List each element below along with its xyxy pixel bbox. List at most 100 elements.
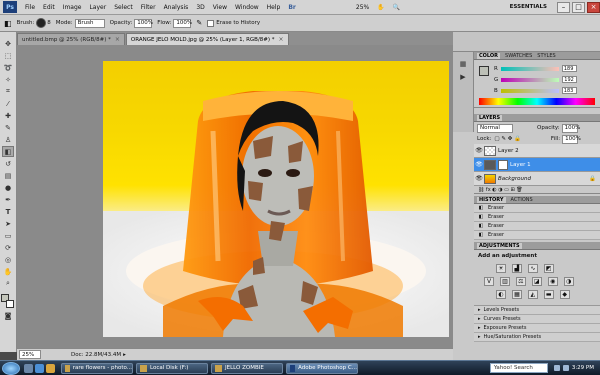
menu-edit[interactable]: Edit [43,4,55,11]
move-tool-icon[interactable]: ✥ [2,38,14,49]
tab-swatches[interactable]: SWATCHES [505,53,532,59]
tab-history[interactable]: HISTORY [477,196,506,203]
shape-tool-icon[interactable]: ▭ [2,230,14,241]
selective-color-icon[interactable]: ◆ [559,290,570,299]
opacity-input[interactable]: 100% [134,18,153,28]
actions-panel-icon[interactable]: ▶ [457,71,469,82]
pen-tool-icon[interactable]: ✒ [2,194,14,205]
tab-orange-jelo-mold[interactable]: ORANGE JELO MOLD.jpg @ 25% (Layer 1, RGB… [125,33,289,45]
brush-picker[interactable]: Brush: 8 [17,18,51,28]
layer-row-background[interactable]: 👁 Background 🔒 [474,172,600,186]
tab-actions[interactable]: ACTIONS [511,197,533,203]
task-photoshop[interactable]: Adobe Photoshop C... [286,362,358,374]
flow-input[interactable]: 100% [173,18,192,28]
tab-adjustments[interactable]: ADJUSTMENTS [477,242,522,249]
hue-saturation-icon[interactable]: ▥ [499,277,510,286]
yahoo-search-input[interactable]: Yahoo! Search [489,363,548,373]
r-slider[interactable] [500,66,559,71]
menu-file[interactable]: File [25,4,35,11]
quick-mask-icon[interactable]: ◙ [2,310,14,321]
3d-rotate-tool-icon[interactable]: ⟳ [2,242,14,253]
tab-styles[interactable]: STYLES [537,53,555,59]
hand-tool-icon[interactable]: ✋ [2,266,14,277]
volume-icon[interactable] [562,365,569,371]
tab-untitled[interactable]: untitled.bmp @ 25% (RGB/8#) * × [17,33,125,45]
brightness-contrast-icon[interactable]: ☀ [496,264,506,273]
menu-window[interactable]: Window [235,4,259,11]
threshold-icon[interactable]: ◭ [527,290,538,299]
healing-tool-icon[interactable]: ✚ [2,110,14,121]
eraser-tool-icon[interactable]: ◧ [2,146,14,157]
workspace-switcher[interactable]: ESSENTIALS [510,4,547,10]
crop-tool-icon[interactable]: ⌗ [2,86,14,97]
quick-select-tool-icon[interactable]: ✧ [2,74,14,85]
eyedropper-tool-icon[interactable]: ⁄ [2,98,14,109]
type-tool-icon[interactable]: T [2,206,14,217]
tool-preset-picker[interactable]: ◧ [4,19,12,28]
canvas-area[interactable] [17,45,453,348]
color-swatches[interactable] [1,294,15,310]
preset-curves[interactable]: ▸ Curves Presets [474,315,600,324]
airbrush-icon[interactable]: ✎ [196,19,202,27]
hand-icon[interactable]: ✋ [377,4,384,11]
ie-icon[interactable] [35,363,44,373]
history-item[interactable]: ◧ Eraser [474,231,600,240]
gradient-tool-icon[interactable]: ▤ [2,170,14,181]
task-rare-flowers[interactable]: rare flowers - photo... [61,362,133,374]
history-panel-icon[interactable]: ▦ [457,58,469,69]
start-button[interactable] [2,361,20,375]
zoom-level[interactable]: 25% [356,4,369,11]
black-white-icon[interactable]: ◪ [531,277,542,286]
posterize-icon[interactable]: ▦ [511,290,522,299]
folder-icon[interactable] [46,363,55,373]
channel-mixer-icon[interactable]: ◑ [563,277,574,286]
network-icon[interactable] [553,365,560,371]
status-arrow-icon[interactable]: ▸ [123,352,126,358]
erase-to-history-checkbox[interactable] [207,19,215,27]
color-spectrum-ramp[interactable] [479,98,595,105]
fill-input[interactable]: 100% [562,134,581,144]
clock[interactable]: 3:29 PM [572,365,594,371]
vibrance-icon[interactable]: V [484,277,494,286]
menu-select[interactable]: Select [114,4,133,11]
blend-mode-select[interactable]: Normal [477,123,513,133]
exposure-icon[interactable]: ◩ [543,264,554,273]
levels-icon[interactable]: ▟ [511,264,522,273]
eye-icon[interactable]: 👁 [474,147,484,154]
menu-layer[interactable]: Layer [89,4,106,11]
r-value[interactable]: 189 [561,65,577,72]
layers-footer-icons[interactable]: ⛓ fx ◐ ◑ ▭ ⊞ 🗑 [474,186,600,194]
b-value[interactable]: 183 [561,87,577,94]
path-select-tool-icon[interactable]: ➤ [2,218,14,229]
history-item[interactable]: ◧ Eraser [474,222,600,231]
marquee-tool-icon[interactable]: ⬚ [2,50,14,61]
zoom-icon[interactable]: 🔍 [393,4,400,11]
history-item[interactable]: ◧ Eraser [474,204,600,213]
background-color-swatch[interactable] [6,300,14,308]
menu-image[interactable]: Image [63,4,82,11]
history-item[interactable]: ◧ Eraser [474,213,600,222]
close-tab-icon[interactable]: × [115,36,120,43]
3d-orbit-tool-icon[interactable]: ◎ [2,254,14,265]
preset-hue-saturation[interactable]: ▸ Hue/Saturation Presets [474,333,600,342]
menu-view[interactable]: View [213,4,227,11]
menu-analysis[interactable]: Analysis [164,4,189,11]
show-desktop-icon[interactable] [24,363,33,373]
b-slider[interactable] [500,88,559,93]
bridge-icon[interactable]: Br [288,4,296,11]
menu-filter[interactable]: Filter [141,4,156,11]
close-icon[interactable]: × [587,1,600,13]
layer-row-layer-1[interactable]: 👁 Layer 1 [474,158,600,172]
layer-opacity-input[interactable]: 100% [561,123,580,133]
tab-layers[interactable]: LAYERS [477,114,503,121]
color-balance-icon[interactable]: ⚖ [515,277,526,286]
clone-stamp-tool-icon[interactable]: ♙ [2,134,14,145]
eye-icon[interactable]: 👁 [474,175,484,182]
g-slider[interactable] [501,77,560,82]
gradient-map-icon[interactable]: ▬ [543,290,554,299]
curves-icon[interactable]: ∿ [527,264,538,273]
task-jello-zombie[interactable]: JELLO ZOMBIE [211,362,283,374]
brush-tool-icon[interactable]: ✎ [2,122,14,133]
preset-levels[interactable]: ▸ Levels Presets [474,306,600,315]
photo-filter-icon[interactable]: ◉ [547,277,558,286]
